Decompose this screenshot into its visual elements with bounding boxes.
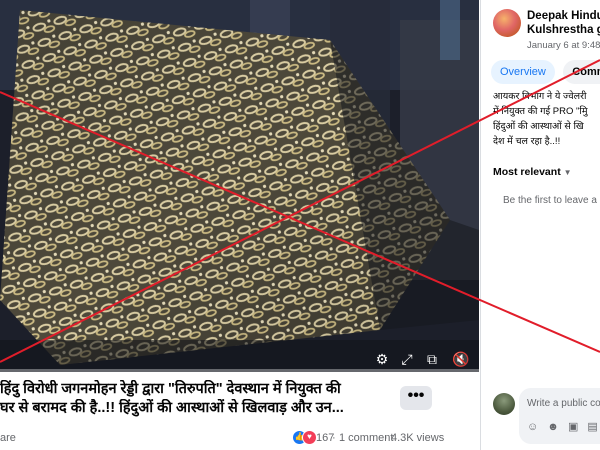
fullscreen-expand-icon[interactable]: ⤢ xyxy=(399,351,415,367)
video-progress-bar[interactable] xyxy=(0,369,479,372)
mute-volume-icon[interactable]: 🔇 xyxy=(452,351,469,367)
post-text-line: में नियुक्त की गई PRO "मुि xyxy=(493,106,588,117)
settings-gear-icon[interactable]: ⚙ xyxy=(374,351,390,367)
engagement-bar: are 👍 ♥ 167 · 1 comment · 4.3K views xyxy=(0,428,479,448)
separator-dot: · xyxy=(384,432,388,444)
video-controls-bar: ⚙ ⤢ ⧉ 🔇 xyxy=(0,350,479,372)
post-text-line: देश में चल रहा है..!! xyxy=(493,136,561,147)
caret-down-icon: ▼ xyxy=(563,168,572,177)
group-name[interactable]: Kulshrestha grou xyxy=(527,24,600,36)
post-text-line: आयकर विभाग ने ये ज्वेलरी xyxy=(493,91,587,102)
author-name[interactable]: Deepak Hindu xyxy=(527,10,600,22)
composer-toolbar: ☺ ☻ ▣ ▤ xyxy=(527,420,600,433)
tab-overview[interactable]: Overview xyxy=(491,60,555,84)
views-count: 4.3K views xyxy=(391,432,445,444)
love-reaction-icon: ♥ xyxy=(302,430,317,445)
author-avatar[interactable] xyxy=(493,9,521,37)
video-frame-jewellery-display xyxy=(0,0,479,372)
sidebar-tabs: Overview Comme xyxy=(491,60,600,86)
comment-input[interactable]: Write a public co xyxy=(527,398,600,409)
caption-line-2: घर से बरामद की है..!! हिंदुओं की आस्थाओं… xyxy=(0,400,344,416)
comment-sort-dropdown[interactable]: Most relevant ▼ xyxy=(493,166,572,178)
gif-icon[interactable]: ▤ xyxy=(587,421,597,433)
sticker-icon[interactable]: ☻ xyxy=(547,421,559,433)
separator-dot: · xyxy=(332,432,336,444)
post-sidebar: Deepak Hindu ▶ Kulshrestha grou January … xyxy=(480,0,600,450)
share-button[interactable]: are xyxy=(0,432,16,444)
tab-comments[interactable]: Comme xyxy=(563,60,600,84)
media-column: ⚙ ⤢ ⧉ 🔇 हिंदु विरोधी जगनमोहन रेड्डी द्वा… xyxy=(0,0,479,450)
more-options-button[interactable]: ••• xyxy=(400,386,432,410)
comment-composer[interactable]: Write a public co ☺ ☻ ▣ ▤ xyxy=(519,388,600,444)
caption-line-1: हिंदु विरोधी जगनमोहन रेड्डी द्वारा "तिरु… xyxy=(0,381,341,397)
post-text-line: हिंदुओं की आस्थाओं से खि xyxy=(493,121,584,132)
sort-label: Most relevant xyxy=(493,166,561,178)
facebook-watch-post-view: ⚙ ⤢ ⧉ 🔇 हिंदु विरोधी जगनमोहन रेड्डी द्वा… xyxy=(0,0,600,450)
current-user-avatar xyxy=(493,393,515,415)
post-description: आयकर विभाग ने ये ज्वेलरी में नियुक्त की … xyxy=(493,89,600,149)
no-comments-message: Be the first to leave a xyxy=(503,195,597,206)
video-player[interactable]: ⚙ ⤢ ⧉ 🔇 xyxy=(0,0,479,372)
emoji-icon[interactable]: ☺ xyxy=(527,421,538,433)
author-name-row: Deepak Hindu ▶ xyxy=(527,10,600,22)
picture-in-picture-icon[interactable]: ⧉ xyxy=(424,351,440,367)
post-timestamp[interactable]: January 6 at 9:48 P xyxy=(527,40,600,51)
post-caption: हिंदु विरोधी जगनमोहन रेड्डी द्वारा "तिरु… xyxy=(0,380,390,418)
camera-icon[interactable]: ▣ xyxy=(568,421,578,433)
